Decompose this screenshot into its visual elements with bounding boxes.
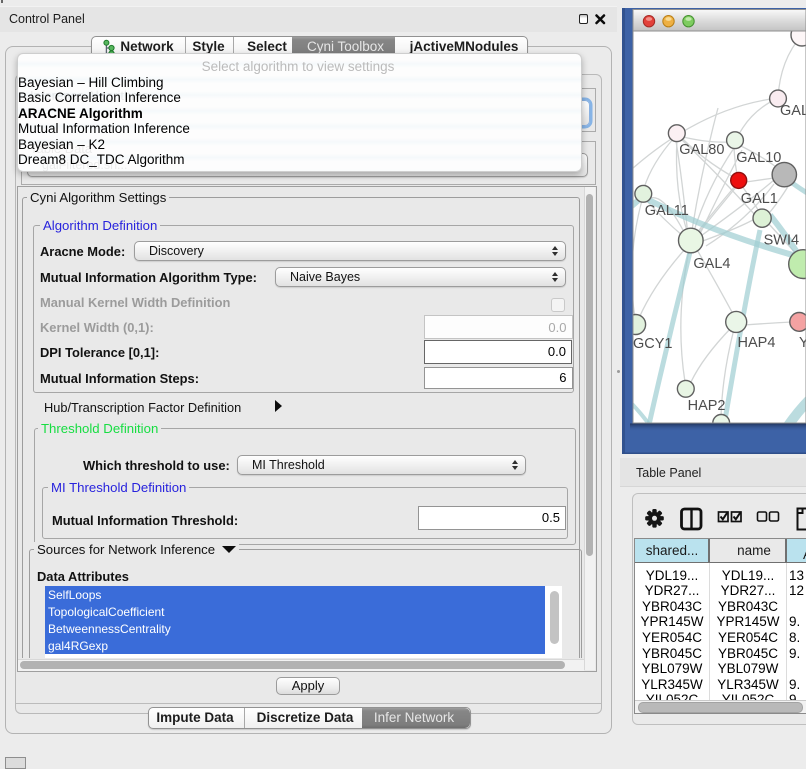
- svg-text:GCY1: GCY1: [633, 336, 673, 352]
- svg-text:SWI4: SWI4: [764, 233, 799, 249]
- svg-text:GAL10: GAL10: [736, 150, 781, 166]
- svg-text:GAL4: GAL4: [693, 256, 730, 272]
- svg-text:HAP4: HAP4: [738, 335, 776, 351]
- svg-text:Y: Y: [799, 335, 806, 351]
- svg-text:GAL80: GAL80: [679, 142, 724, 158]
- svg-text:GAL2: GAL2: [780, 103, 806, 119]
- svg-text:GAL1: GAL1: [741, 191, 778, 207]
- svg-text:GAL11: GAL11: [645, 203, 689, 219]
- svg-text:HAP2: HAP2: [688, 398, 726, 414]
